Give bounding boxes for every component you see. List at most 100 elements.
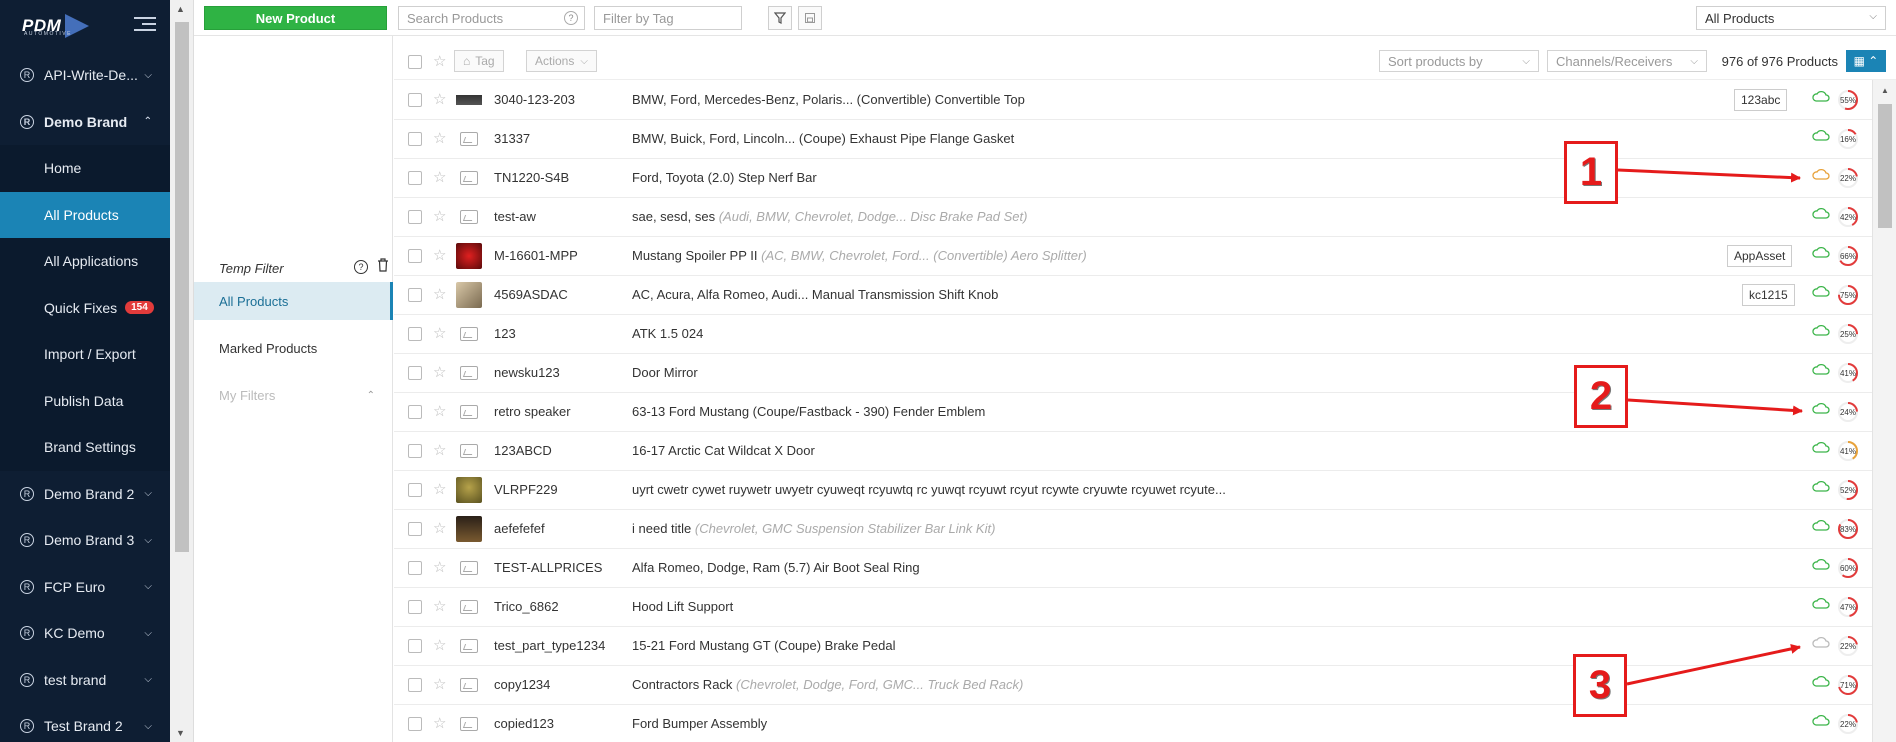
row-thumbnail[interactable] bbox=[456, 323, 482, 345]
select-all-checkbox[interactable] bbox=[408, 55, 422, 69]
cloud-status-icon[interactable] bbox=[1812, 402, 1830, 419]
filter-marked-products[interactable]: Marked Products bbox=[194, 329, 393, 367]
row-checkbox[interactable] bbox=[408, 600, 422, 614]
row-checkbox[interactable] bbox=[408, 444, 422, 458]
product-title[interactable]: Mustang Spoiler PP II (AC, BMW, Chevrole… bbox=[632, 248, 1087, 263]
row-thumbnail[interactable] bbox=[456, 557, 482, 579]
cloud-status-icon[interactable] bbox=[1812, 129, 1830, 146]
product-title[interactable]: 63-13 Ford Mustang (Coupe/Fastback - 390… bbox=[632, 404, 985, 419]
table-row[interactable]: ☆ copied123 Ford Bumper Assembly 22% bbox=[394, 705, 1872, 742]
star-icon[interactable]: ☆ bbox=[433, 558, 446, 576]
scrollbar-thumb[interactable] bbox=[1878, 104, 1892, 228]
product-sku[interactable]: TN1220-S4B bbox=[494, 170, 569, 185]
star-icon[interactable]: ☆ bbox=[433, 714, 446, 732]
row-thumbnail[interactable] bbox=[456, 167, 482, 189]
row-checkbox[interactable] bbox=[408, 678, 422, 692]
cloud-status-icon[interactable] bbox=[1812, 285, 1830, 302]
star-icon[interactable]: ☆ bbox=[433, 285, 446, 303]
row-checkbox[interactable] bbox=[408, 483, 422, 497]
star-icon[interactable]: ☆ bbox=[433, 636, 446, 654]
row-checkbox[interactable] bbox=[408, 717, 422, 731]
help-icon[interactable]: ? bbox=[564, 11, 578, 25]
product-tag[interactable]: kc1215 bbox=[1742, 284, 1795, 306]
sidebar-brand[interactable]: R KC Demo ⌵ bbox=[0, 610, 170, 657]
table-row[interactable]: ☆ retro speaker 63-13 Ford Mustang (Coupe/… bbox=[394, 393, 1872, 432]
product-title[interactable]: 15-21 Ford Mustang GT (Coupe) Brake Peda… bbox=[632, 638, 896, 653]
row-thumbnail[interactable] bbox=[456, 87, 482, 113]
product-title[interactable]: ATK 1.5 024 bbox=[632, 326, 703, 341]
sidebar-brand[interactable]: R FCP Euro ⌵ bbox=[0, 564, 170, 611]
star-icon[interactable]: ☆ bbox=[433, 207, 446, 225]
cloud-status-icon[interactable] bbox=[1812, 90, 1830, 107]
product-title[interactable]: sae, sesd, ses (Audi, BMW, Chevrolet, Do… bbox=[632, 209, 1027, 224]
table-row[interactable]: ☆ 4569ASDAC AC, Acura, Alfa Romeo, Audi...… bbox=[394, 276, 1872, 315]
cloud-status-icon[interactable] bbox=[1812, 636, 1830, 653]
table-row[interactable]: ☆ TN1220-S4B Ford, Toyota (2.0) Step Nerf … bbox=[394, 159, 1872, 198]
table-row[interactable]: ☆ aefefefef i need title (Chevrolet, GMC S… bbox=[394, 510, 1872, 549]
product-title[interactable]: i need title (Chevrolet, GMC Suspension … bbox=[632, 521, 995, 536]
star-icon[interactable]: ☆ bbox=[433, 52, 446, 70]
row-thumbnail[interactable] bbox=[456, 713, 482, 735]
sidebar-item[interactable]: Import / Export bbox=[0, 331, 170, 378]
product-sku[interactable]: copy1234 bbox=[494, 677, 550, 692]
filter-all-products[interactable]: All Products bbox=[194, 282, 393, 320]
sort-select[interactable]: Sort products by ⌵ bbox=[1379, 50, 1539, 72]
row-checkbox[interactable] bbox=[408, 405, 422, 419]
table-row[interactable]: ☆ test_part_type1234 15-21 Ford Mustang GT… bbox=[394, 627, 1872, 666]
row-checkbox[interactable] bbox=[408, 288, 422, 302]
row-thumbnail[interactable] bbox=[456, 206, 482, 228]
product-sku[interactable]: Trico_6862 bbox=[494, 599, 559, 614]
cloud-status-icon[interactable] bbox=[1812, 168, 1830, 185]
view-toggle-button[interactable]: ▦ ⌃ bbox=[1846, 50, 1886, 72]
trash-icon[interactable] bbox=[377, 258, 389, 275]
table-row[interactable]: ☆ VLRPF229 uyrt cwetr cywet ruywetr uwyetr… bbox=[394, 471, 1872, 510]
product-title[interactable]: uyrt cwetr cywet ruywetr uwyetr cyuweqt … bbox=[632, 482, 1226, 497]
product-sku[interactable]: test-aw bbox=[494, 209, 536, 224]
channels-select[interactable]: Channels/Receivers ⌵ bbox=[1547, 50, 1707, 72]
table-row[interactable]: ☆ TEST-ALLPRICES Alfa Romeo, Dodge, Ram (5… bbox=[394, 549, 1872, 588]
sidebar-item[interactable]: Home bbox=[0, 145, 170, 192]
cloud-status-icon[interactable] bbox=[1812, 519, 1830, 536]
logo[interactable]: PDM AUTOMOTIVE bbox=[0, 0, 170, 52]
product-sku[interactable]: aefefefef bbox=[494, 521, 545, 536]
star-icon[interactable]: ☆ bbox=[433, 168, 446, 186]
table-row[interactable]: ☆ test-aw sae, sesd, ses (Audi, BMW, Chevr… bbox=[394, 198, 1872, 237]
row-thumbnail[interactable] bbox=[456, 516, 482, 542]
row-thumbnail[interactable] bbox=[456, 596, 482, 618]
sidebar-item[interactable]: Brand Settings bbox=[0, 424, 170, 471]
row-checkbox[interactable] bbox=[408, 132, 422, 146]
product-sku[interactable]: retro speaker bbox=[494, 404, 571, 419]
product-sku[interactable]: 31337 bbox=[494, 131, 530, 146]
product-sku[interactable]: 4569ASDAC bbox=[494, 287, 568, 302]
view-select[interactable]: All Products ⌵ bbox=[1696, 6, 1886, 30]
table-row[interactable]: ☆ 123ABCD 16-17 Arctic Cat Wildcat X Door 4… bbox=[394, 432, 1872, 471]
table-row[interactable]: ☆ newsku123 Door Mirror 41% bbox=[394, 354, 1872, 393]
row-thumbnail[interactable] bbox=[456, 440, 482, 462]
row-thumbnail[interactable] bbox=[456, 282, 482, 308]
star-icon[interactable]: ☆ bbox=[433, 324, 446, 342]
row-thumbnail[interactable] bbox=[456, 477, 482, 503]
product-tag[interactable]: 123abc bbox=[1734, 89, 1788, 111]
row-checkbox[interactable] bbox=[408, 93, 422, 107]
product-title[interactable]: Alfa Romeo, Dodge, Ram (5.7) Air Boot Se… bbox=[632, 560, 920, 575]
star-icon[interactable]: ☆ bbox=[433, 246, 446, 264]
cloud-status-icon[interactable] bbox=[1812, 675, 1830, 692]
tag-filter-input[interactable]: Filter by Tag bbox=[594, 6, 742, 30]
row-checkbox[interactable] bbox=[408, 327, 422, 341]
row-checkbox[interactable] bbox=[408, 561, 422, 575]
product-sku[interactable]: 123 bbox=[494, 326, 516, 341]
scrollbar-thumb[interactable] bbox=[175, 22, 189, 552]
sidebar-brand[interactable]: R API-Write-De... ⌵ bbox=[0, 52, 170, 99]
cloud-status-icon[interactable] bbox=[1812, 441, 1830, 458]
table-row[interactable]: ☆ Trico_6862 Hood Lift Support 47% bbox=[394, 588, 1872, 627]
product-title[interactable]: Ford Bumper Assembly bbox=[632, 716, 767, 731]
sidebar-item[interactable]: All Products bbox=[0, 191, 170, 238]
star-icon[interactable]: ☆ bbox=[433, 675, 446, 693]
star-icon[interactable]: ☆ bbox=[433, 597, 446, 615]
table-row[interactable]: ☆ 3040-123-203 BMW, Ford, Mercedes-Benz, P… bbox=[394, 81, 1872, 120]
product-sku[interactable]: copied123 bbox=[494, 716, 554, 731]
product-title[interactable]: Contractors Rack (Chevrolet, Dodge, Ford… bbox=[632, 677, 1023, 692]
product-sku[interactable]: test_part_type1234 bbox=[494, 638, 605, 653]
row-checkbox[interactable] bbox=[408, 366, 422, 380]
row-thumbnail[interactable] bbox=[456, 401, 482, 423]
